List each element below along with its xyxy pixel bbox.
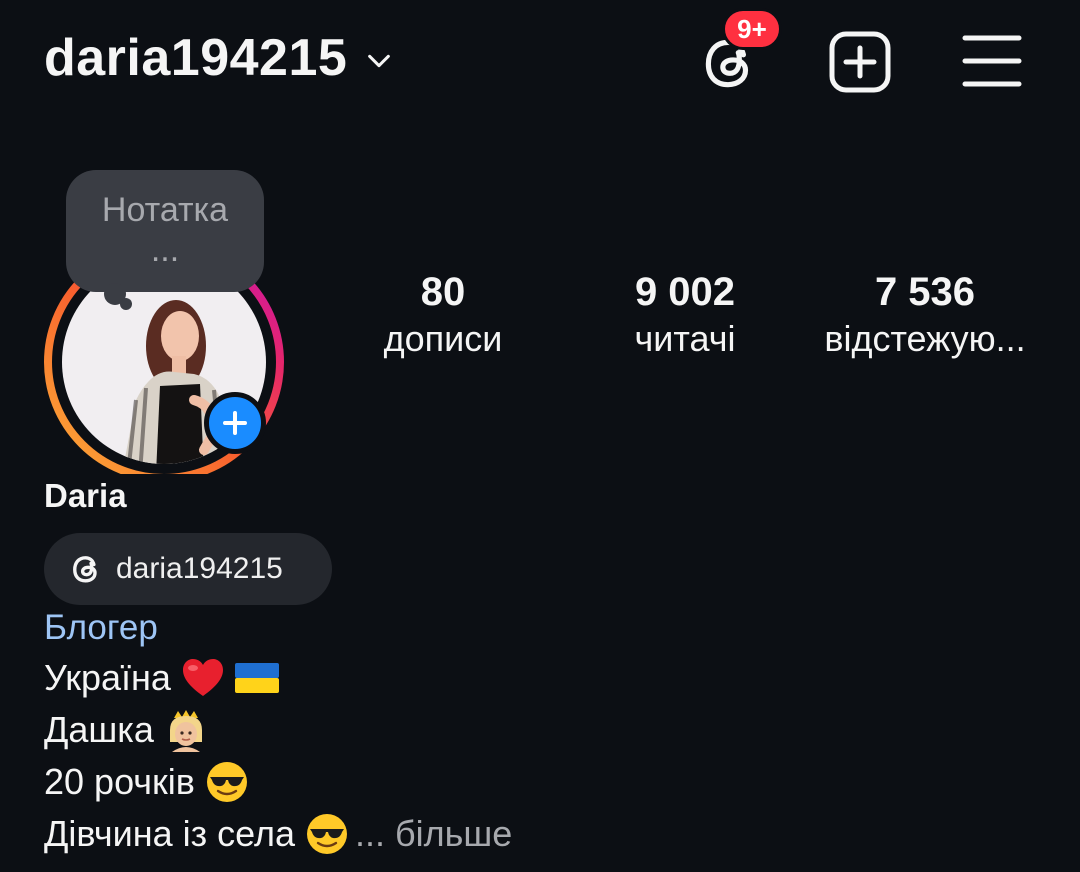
ukraine-flag-icon [234,663,279,693]
bio-text: Дашка [44,709,154,750]
bio-line: Дашка [44,704,512,756]
profile-name: Daria [44,477,127,514]
bio-more-link[interactable]: ... більше [355,808,512,860]
add-story-button[interactable] [204,392,266,454]
threads-notification-badge: 9+ [722,8,782,50]
red-heart-icon [182,659,223,696]
followers-count: 9 002 [634,270,736,314]
note-bubble[interactable]: Нотатка ... [66,170,264,292]
bio-text: Україна [44,657,171,698]
followers-label: читачі [634,318,736,359]
account-switcher[interactable]: daria194215 [44,26,393,90]
username: daria194215 [44,29,348,87]
bio-text: 20 рочків [44,761,195,802]
posts-label: дописи [383,318,503,359]
bio-line: Дівчина із села ... більше [44,808,512,860]
following-count: 7 536 [874,270,976,314]
create-post-icon[interactable] [828,30,892,94]
stat-followers[interactable]: 9 002 читачі [610,268,760,362]
chevron-down-icon [368,54,391,68]
bio-line: 20 рочків [44,756,512,808]
profile-category[interactable]: Блогер [44,606,158,650]
posts-count: 80 [420,270,466,314]
sunglasses-face-icon [307,814,348,854]
stat-posts[interactable]: 80 дописи [368,268,518,362]
threads-handle: daria194215 [116,552,283,585]
threads-profile-link[interactable]: daria194215 [44,533,332,605]
menu-icon[interactable] [962,34,1022,88]
top-bar: daria194215 9+ [0,0,1080,120]
sunglasses-face-icon [206,762,247,802]
princess-icon [169,710,202,752]
stat-following[interactable]: 7 536 відстежую... [810,268,1040,362]
following-label: відстежую... [824,318,1026,359]
bio-text: Дівчина із села [44,813,296,854]
bio: Україна Дашка 20 рочків Дівчина із села … [44,652,512,860]
note-tail-small [120,298,132,310]
note-placeholder: Нотатка [101,191,229,229]
bio-line: Україна [44,652,512,704]
note-ellipsis: ... [150,231,180,269]
plus-icon [223,411,247,435]
threads-icon [73,556,97,583]
